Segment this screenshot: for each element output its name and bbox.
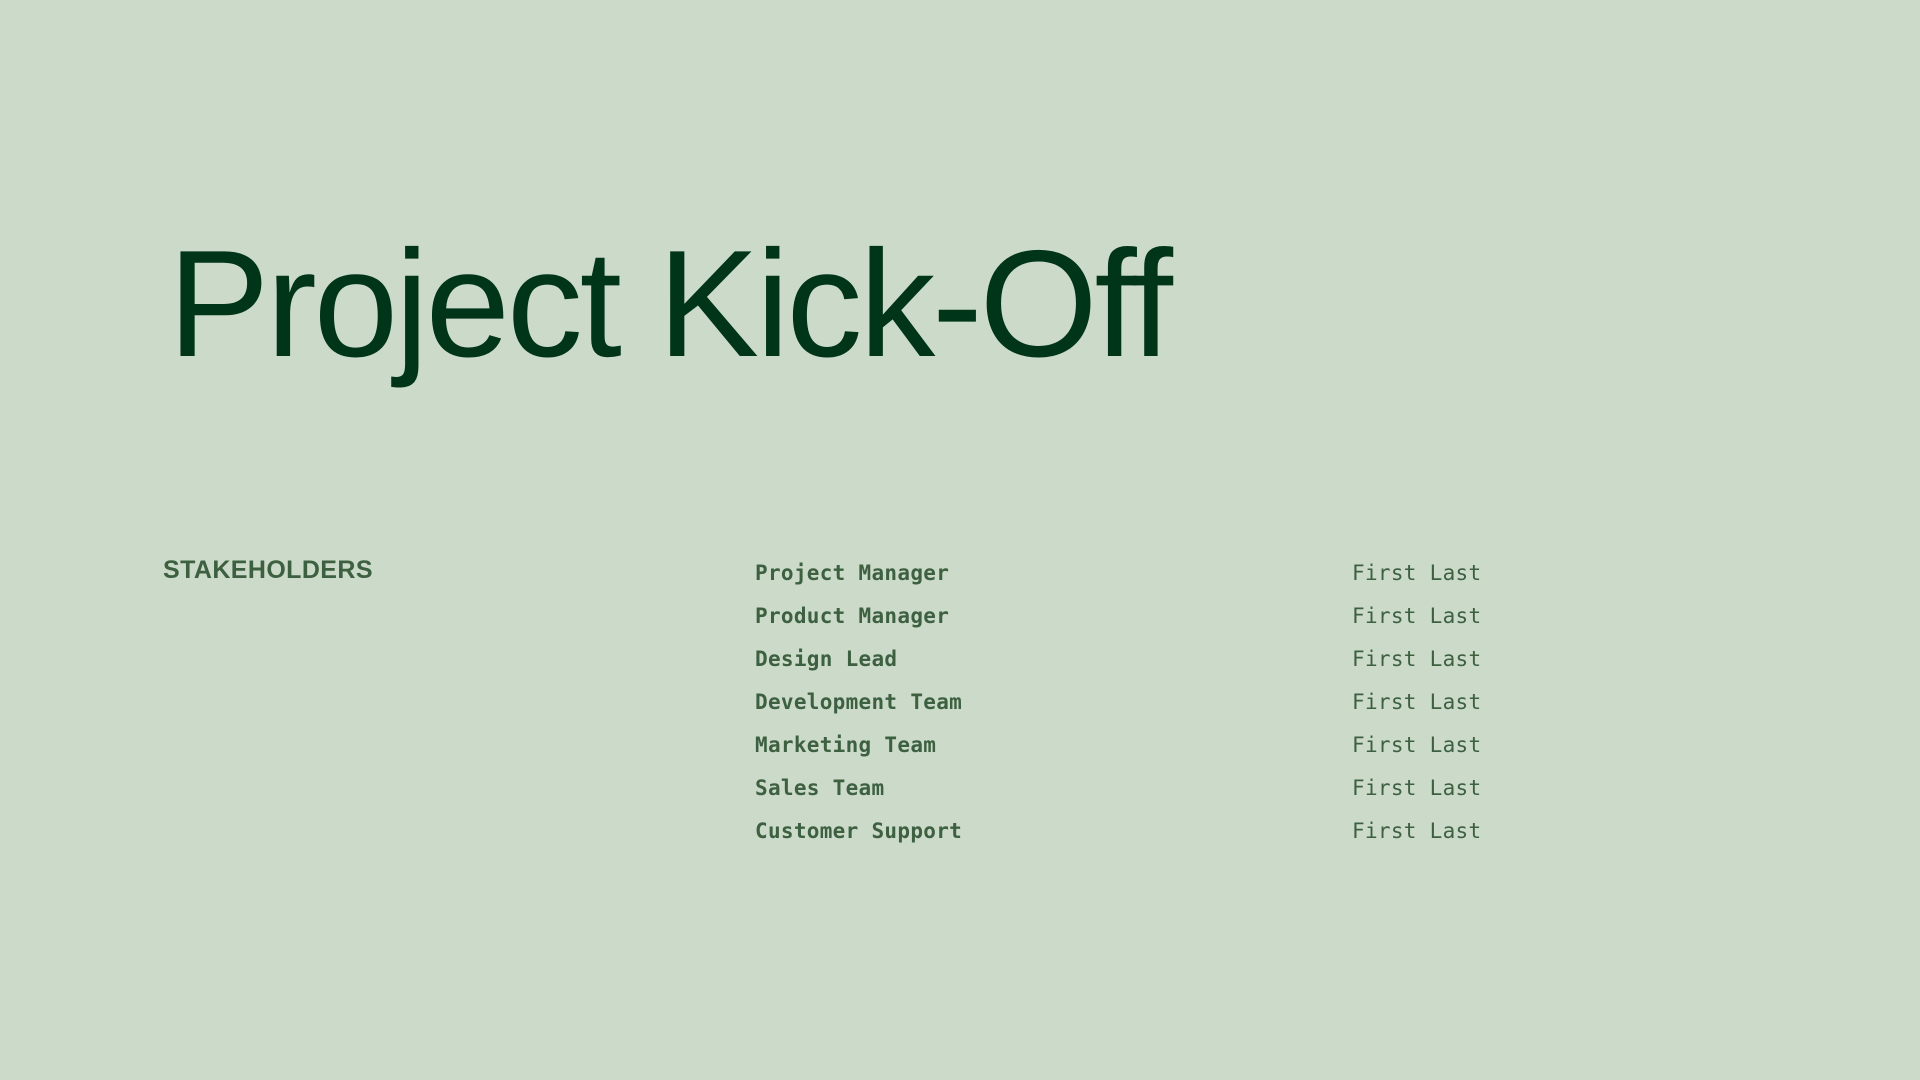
presentation-slide: Project Kick-Off STAKEHOLDERS Project Ma…	[0, 0, 1920, 1080]
table-row: Project Manager First Last	[755, 552, 1755, 595]
stakeholder-role: Marketing Team	[755, 733, 937, 757]
table-row: Design Lead First Last	[755, 638, 1755, 681]
table-row: Sales Team First Last	[755, 767, 1755, 810]
stakeholder-name: First Last	[1352, 647, 1482, 671]
table-row: Product Manager First Last	[755, 595, 1755, 638]
title-block: Project Kick-Off	[168, 228, 1668, 380]
stakeholder-role: Product Manager	[755, 604, 950, 628]
table-row: Development Team First Last	[755, 681, 1755, 724]
table-row: Marketing Team First Last	[755, 724, 1755, 767]
stakeholder-name: First Last	[1352, 561, 1482, 585]
stakeholder-role: Customer Support	[755, 819, 963, 843]
stakeholders-table: Project Manager First Last Product Manager…	[755, 552, 1755, 853]
page-title: Project Kick-Off	[168, 219, 1173, 389]
stakeholder-role: Design Lead	[755, 647, 898, 671]
stakeholder-name: First Last	[1352, 733, 1482, 757]
stakeholder-role: Development Team	[755, 690, 963, 714]
stakeholder-role: Sales Team	[755, 776, 885, 800]
stakeholders-table-body: Project Manager First Last Product Manager…	[755, 552, 1755, 853]
stakeholder-name: First Last	[1352, 776, 1482, 800]
stakeholder-role: Project Manager	[755, 561, 950, 585]
section-label-stakeholders: STAKEHOLDERS	[163, 556, 373, 584]
stakeholder-name: First Last	[1352, 604, 1482, 628]
stakeholder-name: First Last	[1352, 819, 1482, 843]
table-row: Customer Support First Last	[755, 810, 1755, 853]
stakeholder-name: First Last	[1352, 690, 1482, 714]
